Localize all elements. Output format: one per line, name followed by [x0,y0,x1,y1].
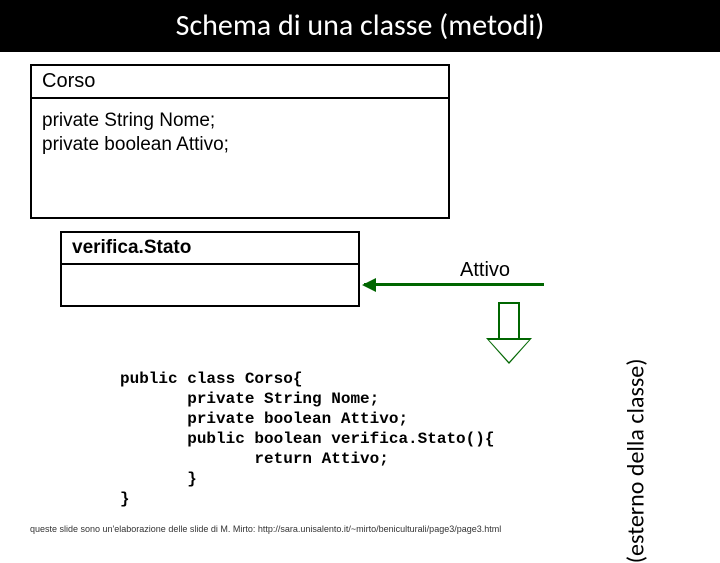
slide-title: Schema di una classe (metodi) [0,0,720,52]
class-attributes: private String Nome; private boolean Att… [32,99,448,217]
code-block: public class Corso{ private String Nome;… [120,369,494,509]
slide-content: Corso private String Nome; private boole… [30,64,650,510]
uml-method-box: verifica.Stato [60,231,360,307]
uml-class-box: Corso private String Nome; private boole… [30,64,450,219]
class-name: Corso [32,66,448,99]
method-name: verifica.Stato [62,233,358,265]
side-label-vertical: (esterno della classe) [622,359,651,563]
footer-credit: queste slide sono un'elaborazione delle … [30,524,501,534]
attivo-label: Attivo [460,259,510,282]
arrow-left-icon [364,283,544,286]
method-body-empty [62,265,358,305]
